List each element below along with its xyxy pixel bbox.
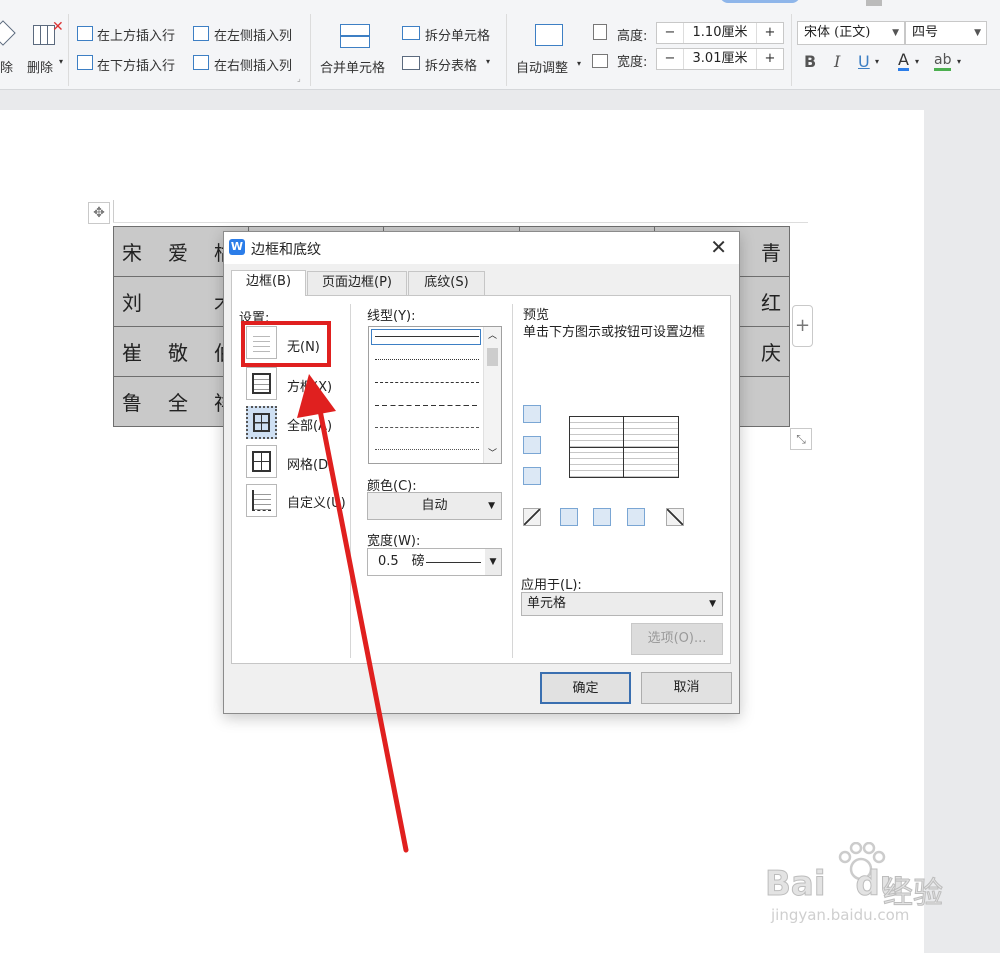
annotation-arrow	[297, 374, 409, 853]
tab-borders[interactable]: 边框(B)	[231, 270, 306, 296]
arrow-head	[297, 374, 336, 418]
arrow-shaft	[315, 397, 409, 853]
watermark-url: jingyan.baidu.com	[771, 906, 910, 924]
